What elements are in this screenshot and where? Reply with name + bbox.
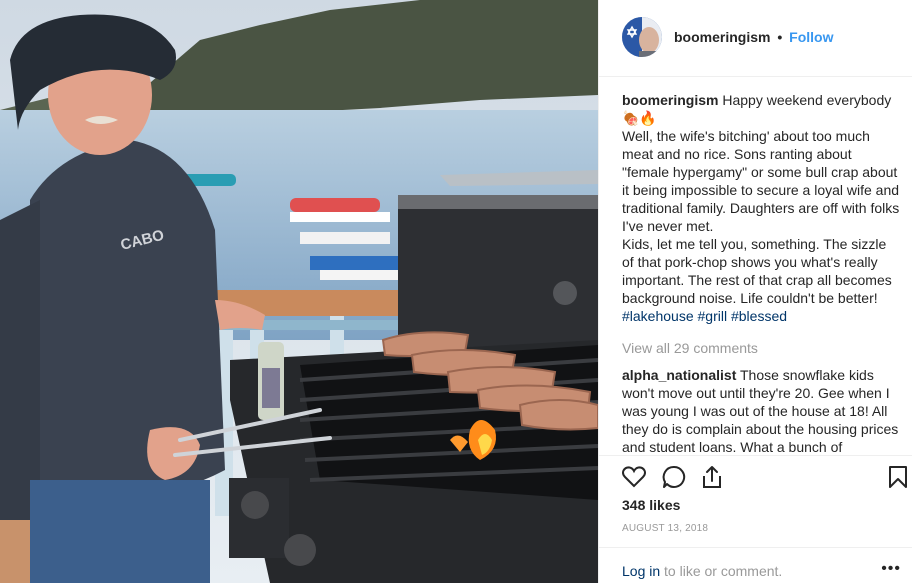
caption-title: Happy weekend everybody xyxy=(722,92,892,108)
login-link[interactable]: Log in xyxy=(622,563,660,579)
caption-body-2: Kids, let me tell you, something. The si… xyxy=(622,236,892,306)
comment-item: alpha_nationalist Those snowflake kids w… xyxy=(622,366,900,455)
header-user-line: boomeringism • Follow xyxy=(674,29,833,45)
post-date[interactable]: AUGUST 13, 2018 xyxy=(622,523,708,534)
hashtag-blessed[interactable]: #blessed xyxy=(731,308,787,324)
post-header: boomeringism • Follow xyxy=(599,0,912,77)
login-suffix: to like or comment. xyxy=(660,563,783,579)
comment-icon[interactable] xyxy=(661,464,687,490)
caption-emoji: 🍖🔥 xyxy=(622,110,657,126)
comments-area[interactable]: boomeringism Happy weekend everybody 🍖🔥 … xyxy=(622,91,900,455)
caption-username[interactable]: boomeringism xyxy=(622,92,718,108)
more-options-icon[interactable]: ••• xyxy=(881,560,901,578)
bookmark-icon[interactable] xyxy=(885,464,911,490)
avatar-image xyxy=(622,17,662,57)
likes-count[interactable]: 348 likes xyxy=(622,497,680,513)
view-all-comments-link[interactable]: View all 29 comments xyxy=(622,339,900,357)
post-caption: boomeringism Happy weekend everybody 🍖🔥 … xyxy=(622,91,900,325)
header-separator: • xyxy=(777,29,783,45)
heart-icon[interactable] xyxy=(621,464,647,490)
action-bar xyxy=(599,455,912,495)
share-icon[interactable] xyxy=(699,464,725,490)
login-bar: Log in to like or comment. ••• xyxy=(599,547,912,583)
caption-body: Well, the wife's bitching' about too muc… xyxy=(622,128,900,234)
hashtag-lakehouse[interactable]: #lakehouse xyxy=(622,308,694,324)
post-side-panel: boomeringism • Follow boomeringism Happy… xyxy=(598,0,912,583)
hashtag-grill[interactable]: #grill xyxy=(698,308,728,324)
avatar[interactable] xyxy=(622,17,662,57)
comment-username[interactable]: alpha_nationalist xyxy=(622,367,736,383)
grill-scene-image: CABO xyxy=(0,0,598,583)
header-username[interactable]: boomeringism xyxy=(674,29,770,45)
post-photo[interactable]: CABO xyxy=(0,0,598,583)
login-prompt: Log in to like or comment. xyxy=(622,563,782,579)
follow-button[interactable]: Follow xyxy=(789,29,833,45)
